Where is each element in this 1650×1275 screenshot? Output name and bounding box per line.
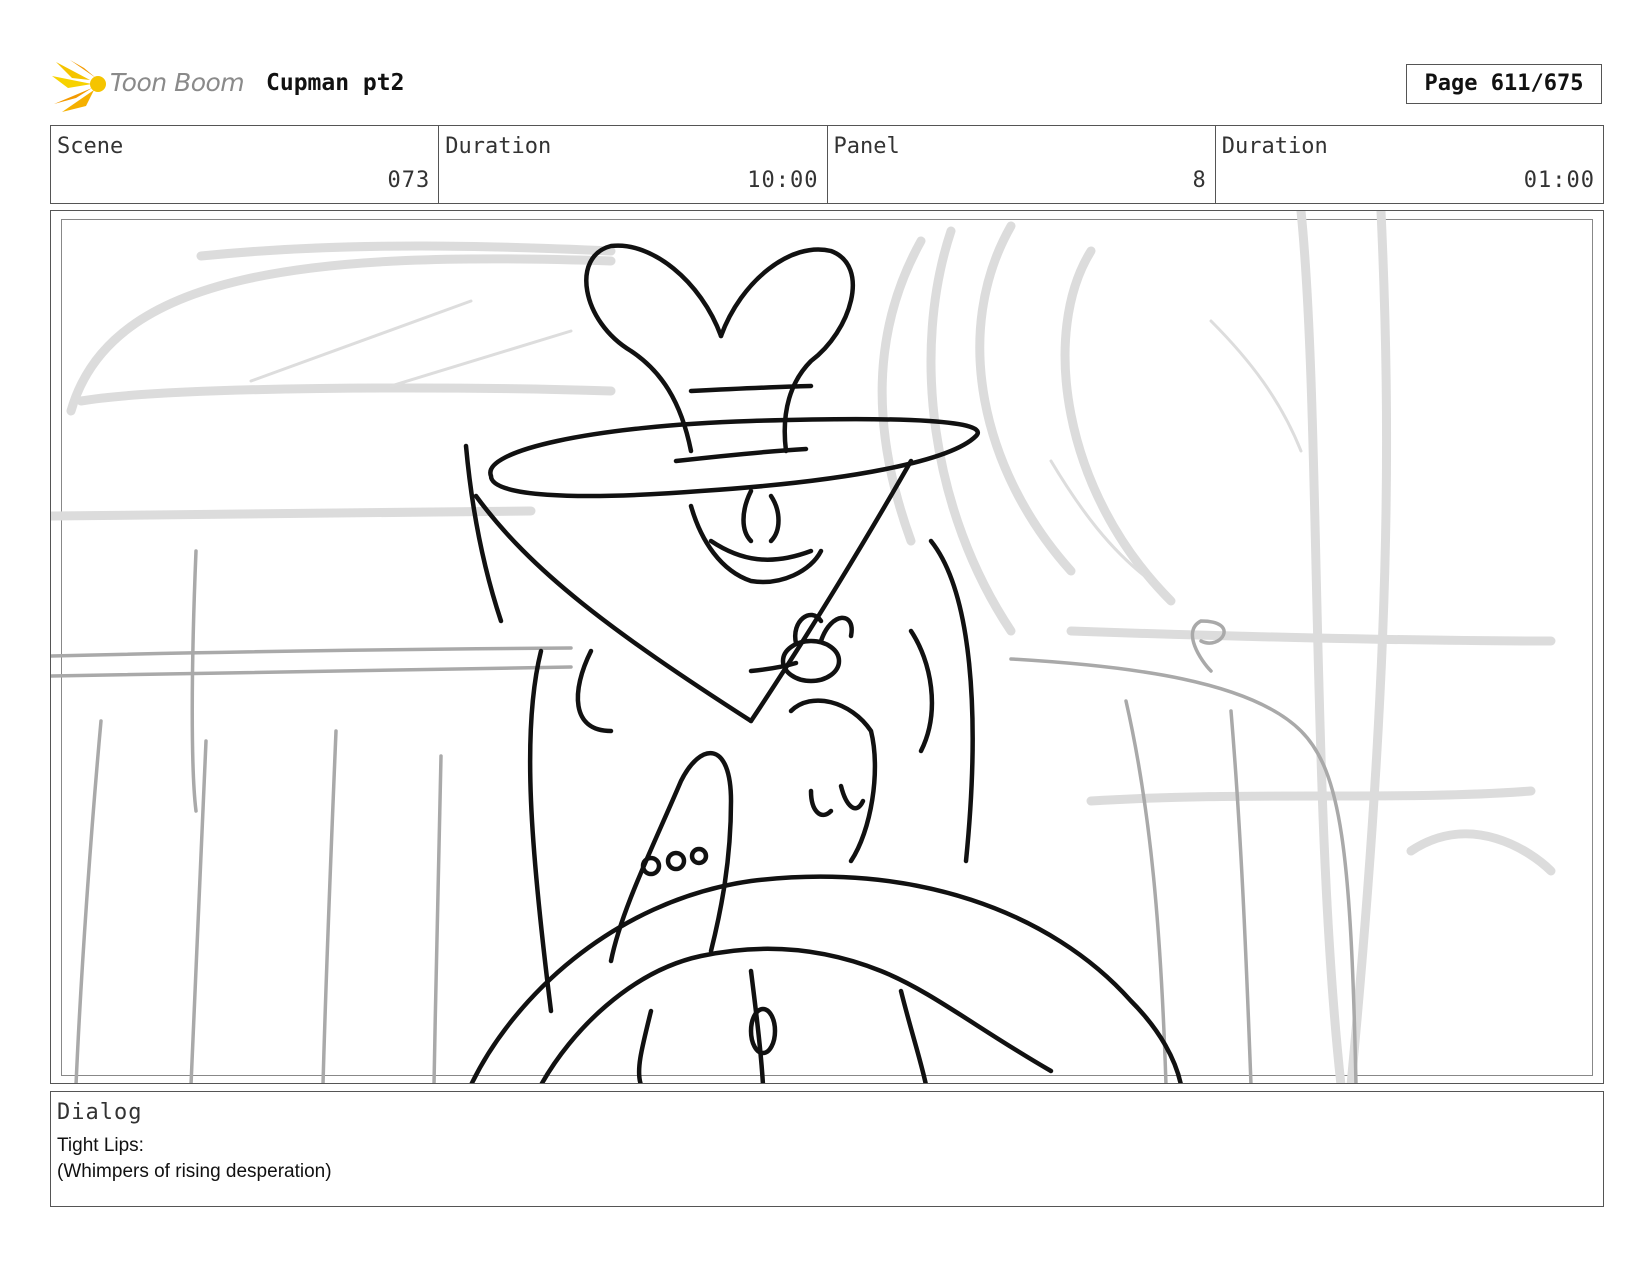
scene-duration-value: 10:00 bbox=[747, 168, 819, 193]
scene-info-row: Scene 073 Duration 10:00 Panel 8 Duratio… bbox=[50, 125, 1604, 204]
page-indicator: Page 611/675 bbox=[1406, 64, 1602, 104]
scene-value: 073 bbox=[387, 168, 431, 193]
panel-value: 8 bbox=[1192, 168, 1207, 193]
panel-sketch-drawing bbox=[51, 211, 1556, 1083]
scene-duration-label: Duration bbox=[445, 134, 552, 159]
panel-label: Panel bbox=[833, 134, 900, 159]
panel-duration-value: 01:00 bbox=[1523, 168, 1595, 193]
scene-label: Scene bbox=[57, 134, 124, 159]
project-title: Cupman pt2 bbox=[266, 70, 405, 96]
storyboard-panel bbox=[50, 210, 1604, 1084]
panel-duration-label: Duration bbox=[1221, 134, 1328, 159]
dialog-line: Tight Lips: bbox=[57, 1135, 144, 1156]
dialog-box: Dialog Tight Lips: (Whimpers of rising d… bbox=[50, 1091, 1604, 1207]
scene-duration-cell: Duration 10:00 bbox=[439, 126, 828, 203]
dialog-line: (Whimpers of rising desperation) bbox=[57, 1161, 332, 1182]
dialog-label: Dialog bbox=[57, 1100, 143, 1125]
panel-cell: Panel 8 bbox=[828, 126, 1216, 203]
logo-wordmark: Toon Boom bbox=[110, 68, 245, 97]
scene-cell: Scene 073 bbox=[51, 126, 440, 203]
panel-duration-cell: Duration 01:00 bbox=[1216, 126, 1603, 203]
